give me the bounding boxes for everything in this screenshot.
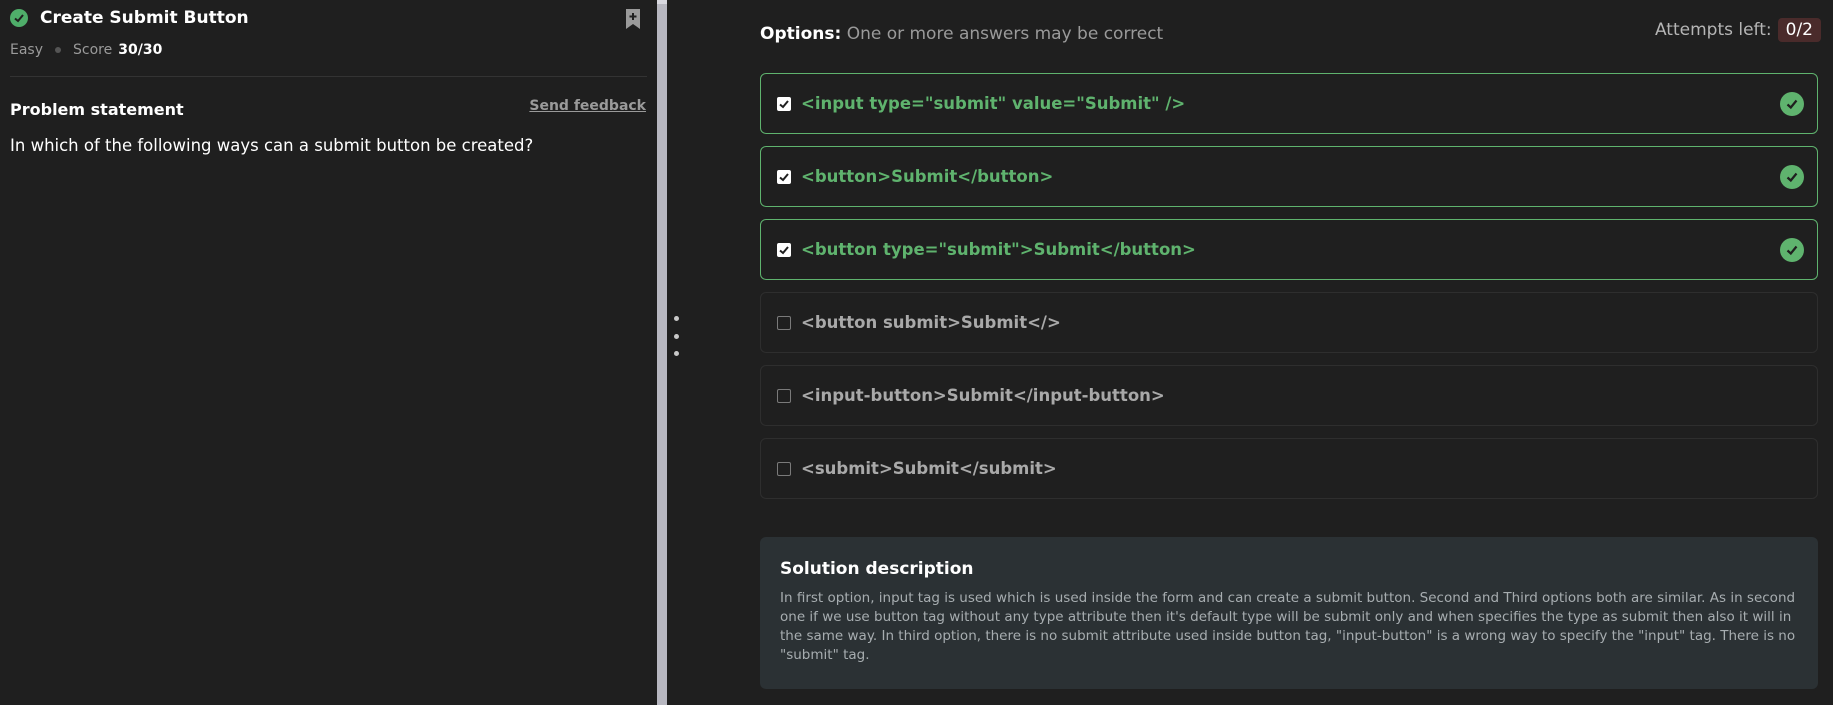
option-text: <button submit>Submit</> [801, 313, 1061, 332]
problem-panel: Create Submit Button Easy Score 30/30 Pr… [0, 0, 657, 705]
attempts-indicator: Attempts left: 0/2 [1655, 18, 1821, 42]
problem-title: Create Submit Button [40, 8, 249, 28]
bookmark-add-icon[interactable] [623, 8, 643, 30]
option-checkbox[interactable] [777, 96, 791, 111]
solved-check-icon [10, 9, 28, 27]
problem-meta: Easy Score 30/30 [10, 42, 162, 58]
option-checkbox[interactable] [777, 242, 791, 257]
option-4[interactable]: <button submit>Submit</> [760, 292, 1818, 353]
correct-check-icon [1780, 238, 1804, 262]
divider-line [10, 76, 647, 77]
panel-resizer[interactable] [657, 0, 667, 705]
option-checkbox[interactable] [777, 388, 791, 403]
option-text: <submit>Submit</submit> [801, 459, 1057, 478]
score-label: Score [73, 42, 113, 58]
option-3[interactable]: <button type="submit">Submit</button> [760, 219, 1818, 280]
option-checkbox[interactable] [777, 315, 791, 330]
drag-handle-icon[interactable] [673, 316, 679, 356]
attempts-label: Attempts left: [1654, 20, 1772, 40]
option-checkbox[interactable] [777, 169, 791, 184]
option-text: <input type="submit" value="Submit" /> [801, 94, 1186, 113]
problem-title-row: Create Submit Button [10, 8, 249, 28]
option-text: <button type="submit">Submit</button> [801, 240, 1196, 259]
option-text: <button>Submit</button> [801, 167, 1054, 186]
options-note: One or more answers may be correct [846, 24, 1164, 44]
option-checkbox[interactable] [777, 461, 791, 476]
option-2[interactable]: <button>Submit</button> [760, 146, 1818, 207]
difficulty-label: Easy [10, 42, 44, 58]
attempts-badge: 0/2 [1777, 18, 1821, 42]
question-text: In which of the following ways can a sub… [10, 136, 534, 155]
option-5[interactable]: <input-button>Submit</input-button> [760, 365, 1818, 426]
correct-check-icon [1780, 92, 1804, 116]
solution-body: In first option, input tag is used which… [780, 590, 1796, 663]
solution-heading: Solution description [780, 559, 974, 579]
correct-check-icon [1780, 165, 1804, 189]
score-value: 30/30 [118, 42, 163, 58]
send-feedback-link[interactable]: Send feedback [529, 98, 646, 114]
option-6[interactable]: <submit>Submit</submit> [760, 438, 1818, 499]
solution-description: Solution description In first option, in… [760, 537, 1818, 689]
app-root: Create Submit Button Easy Score 30/30 Pr… [0, 0, 1833, 705]
option-1[interactable]: <input type="submit" value="Submit" /> [760, 73, 1818, 134]
options-header: Options: One or more answers may be corr… [760, 24, 1163, 44]
option-text: <input-button>Submit</input-button> [801, 386, 1165, 405]
panel-resizer-cap [657, 0, 667, 4]
problem-statement-heading: Problem statement [10, 100, 184, 119]
separator-dot [55, 47, 62, 53]
options-label: Options: [760, 24, 842, 44]
